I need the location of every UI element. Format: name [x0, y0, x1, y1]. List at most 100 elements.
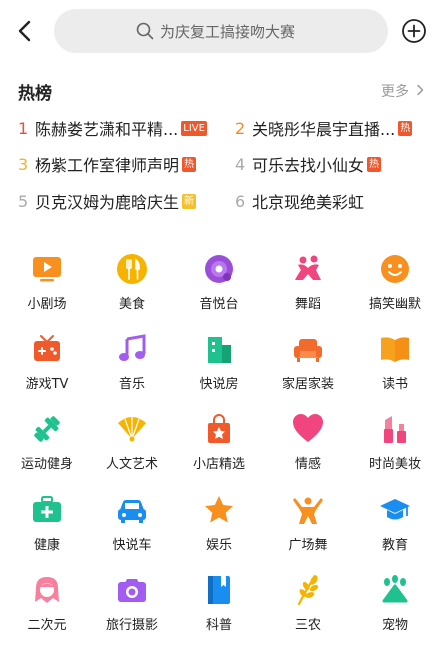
category-label: 三农 [294, 618, 321, 633]
category-label: 家居家装 [281, 377, 334, 392]
category-item[interactable]: 舞蹈 [265, 253, 351, 331]
category-label: 运动健身 [20, 457, 73, 472]
category-item[interactable]: 时尚美妆 [352, 413, 438, 491]
anime-icon [31, 574, 63, 606]
category-label: 音乐 [118, 377, 145, 392]
hot-rank-number: 3 [18, 154, 29, 174]
more-link[interactable]: 更多 [381, 81, 409, 101]
dancer-icon [292, 494, 324, 526]
hot-list-title: 热榜 [18, 84, 52, 104]
category-item[interactable]: 健康 [4, 494, 90, 572]
category-item[interactable]: 音悦台 [176, 253, 262, 331]
hot-rank-number: 2 [235, 118, 246, 138]
category-label: 舞蹈 [294, 297, 321, 312]
category-item[interactable]: 游戏TV [4, 333, 90, 411]
category-item[interactable]: 旅行摄影 [89, 574, 175, 647]
smile-icon [379, 253, 411, 285]
hot-item-text: 北京现绝美彩虹 [252, 193, 365, 212]
dance-icon [292, 253, 324, 285]
heart-icon [292, 413, 324, 445]
gamepad-icon [31, 333, 63, 365]
hot-list-item[interactable]: 2 关晓彤华晨宇直播... 热 [235, 117, 413, 139]
category-item[interactable]: 搞笑幽默 [352, 253, 438, 331]
hot-item-text: 杨紫工作室律师声明 [35, 156, 180, 175]
wheat-icon [292, 574, 324, 606]
hot-rank-number: 4 [235, 154, 246, 174]
category-item[interactable]: 二次元 [4, 574, 90, 647]
chevron-right-icon[interactable] [414, 84, 426, 96]
category-label: 时尚美妆 [368, 457, 421, 472]
music-note-icon [116, 333, 148, 365]
sofa-icon [292, 333, 324, 365]
hot-item-text: 陈赫娄艺潇和平精... [35, 120, 179, 139]
category-item[interactable]: 宠物 [352, 574, 438, 647]
hot-badge: 热 [182, 156, 197, 172]
hot-item-text: 可乐去找小仙女 [252, 156, 365, 175]
category-label: 科普 [205, 618, 232, 633]
category-label: 广场舞 [288, 538, 328, 553]
medkit-icon [31, 494, 63, 526]
category-label: 美食 [118, 297, 145, 312]
category-label: 娱乐 [205, 538, 232, 553]
category-label: 教育 [381, 538, 408, 553]
hot-list-item[interactable]: 3 杨紫工作室律师声明热 [18, 153, 197, 175]
hot-rank-number: 6 [235, 191, 246, 211]
category-item[interactable]: 快说车 [89, 494, 175, 572]
category-item[interactable]: 美食 [89, 253, 175, 331]
category-item[interactable]: 三农 [265, 574, 351, 647]
hot-badge: 新 [182, 193, 197, 209]
category-label: 读书 [381, 377, 408, 392]
building-icon [203, 333, 235, 365]
shopping-bag-icon [203, 413, 235, 445]
hot-rank-number: 5 [18, 191, 29, 211]
category-item[interactable]: 教育 [352, 494, 438, 572]
add-circle-icon[interactable] [401, 18, 427, 44]
search-bar[interactable]: 为庆复工搞接吻大赛 [54, 9, 388, 53]
category-label: 快说房 [199, 377, 239, 392]
category-item[interactable]: 情感 [265, 413, 351, 491]
hot-badge: LIVE [181, 120, 207, 136]
camera-icon [116, 574, 148, 606]
cutlery-icon [116, 253, 148, 285]
category-item[interactable]: 科普 [176, 574, 262, 647]
category-label: 搞笑幽默 [368, 297, 421, 312]
science-book-icon [203, 574, 235, 606]
hot-badge: 热 [398, 120, 413, 136]
hot-item-text: 贝克汉姆为鹿晗庆生 [35, 193, 180, 212]
car-icon [116, 494, 148, 526]
hot-list-item[interactable]: 1 陈赫娄艺潇和平精... LIVE [18, 117, 207, 139]
category-label: 二次元 [27, 618, 67, 633]
category-label: 音悦台 [199, 297, 239, 312]
hot-list-item[interactable]: 6 北京现绝美彩虹 [235, 190, 365, 213]
category-item[interactable]: 运动健身 [4, 413, 90, 491]
back-arrow-icon[interactable] [12, 18, 38, 44]
category-item[interactable]: 音乐 [89, 333, 175, 411]
category-label: 健康 [33, 538, 60, 553]
category-item[interactable]: 快说房 [176, 333, 262, 411]
category-item[interactable]: 广场舞 [265, 494, 351, 572]
category-item[interactable]: 娱乐 [176, 494, 262, 572]
category-label: 小剧场 [27, 297, 67, 312]
category-item[interactable]: 人文艺术 [89, 413, 175, 491]
star-icon [203, 494, 235, 526]
disc-icon [203, 253, 235, 285]
top-bar: 为庆复工搞接吻大赛 [0, 0, 441, 62]
category-item[interactable]: 家居家装 [265, 333, 351, 411]
paw-icon [379, 574, 411, 606]
category-item[interactable]: 小店精选 [176, 413, 262, 491]
category-label: 旅行摄影 [105, 618, 158, 633]
hot-item-text: 关晓彤华晨宇直播... [252, 120, 396, 139]
category-item[interactable]: 小剧场 [4, 253, 90, 331]
category-label: 小店精选 [192, 457, 245, 472]
search-placeholder: 为庆复工搞接吻大赛 [160, 23, 296, 41]
lipstick-icon [379, 413, 411, 445]
dumbbell-icon [31, 413, 63, 445]
graduation-cap-icon [379, 494, 411, 526]
category-item[interactable]: 读书 [352, 333, 438, 411]
category-label: 人文艺术 [105, 457, 158, 472]
hot-list-item[interactable]: 5 贝克汉姆为鹿晗庆生新 [18, 190, 197, 212]
search-icon [136, 22, 154, 40]
hot-list-item[interactable]: 4 可乐去找小仙女热 [235, 153, 382, 175]
hot-rank-number: 1 [18, 118, 29, 138]
category-label: 情感 [294, 457, 321, 472]
